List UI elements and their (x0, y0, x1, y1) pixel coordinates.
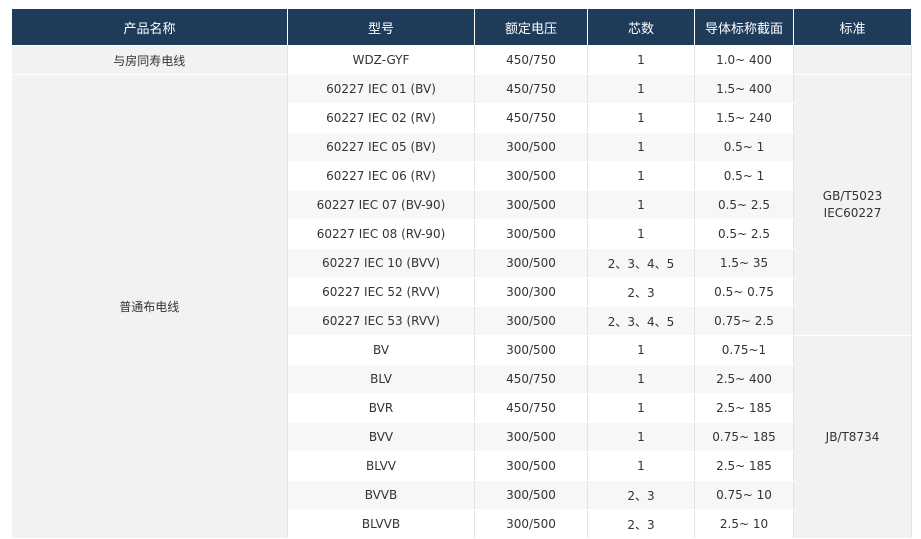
model-cell: BLV (287, 364, 475, 394)
section-cell: 2.5~ 185 (694, 393, 794, 423)
section-cell: 0.75~1 (694, 335, 794, 365)
table-row: 普通布电线 60227 IEC 01 (BV) 450/750 1 1.5~ 400 GB… (11, 74, 912, 539)
section-cell: 2.5~ 10 (694, 509, 794, 539)
cores-cell: 2、3 (587, 509, 695, 539)
cores-cell: 1 (587, 190, 695, 220)
voltage-cell: 300/500 (474, 451, 588, 481)
model-cell: BVR (287, 393, 475, 423)
cores-cell: 1 (587, 45, 695, 75)
voltage-cell: 300/300 (474, 277, 588, 307)
header-standard: 标准 (793, 8, 912, 46)
cores-cell: 1 (587, 161, 695, 191)
cores-cell: 2、3 (587, 277, 695, 307)
standard-cell-empty (793, 45, 912, 75)
model-cell: BV (287, 335, 475, 365)
standard-cell-gb: GB/T5023 IEC60227 (793, 74, 912, 336)
model-cell: 60227 IEC 02 (RV) (287, 103, 475, 133)
voltage-cell: 450/750 (474, 364, 588, 394)
cores-cell: 1 (587, 335, 695, 365)
cores-cell: 2、3、4、5 (587, 306, 695, 336)
cores-cell: 1 (587, 103, 695, 133)
model-cell: BVV (287, 422, 475, 452)
product-name-cell: 普通布电线 (11, 74, 288, 539)
voltage-cell: 300/500 (474, 306, 588, 336)
section-cell: 0.75~ 10 (694, 480, 794, 510)
model-cell: 60227 IEC 08 (RV-90) (287, 219, 475, 249)
model-cell: BLVV (287, 451, 475, 481)
voltage-cell: 300/500 (474, 248, 588, 278)
standard-label: IEC60227 (823, 206, 882, 220)
section-cell: 0.5~ 1 (694, 161, 794, 191)
cores-cell: 1 (587, 219, 695, 249)
section-cell: 0.75~ 185 (694, 422, 794, 452)
cores-cell: 2、3 (587, 480, 695, 510)
model-cell: 60227 IEC 06 (RV) (287, 161, 475, 191)
header-cores: 芯数 (587, 8, 695, 46)
section-cell: 0.5~ 0.75 (694, 277, 794, 307)
voltage-cell: 300/500 (474, 161, 588, 191)
model-cell: 60227 IEC 05 (BV) (287, 132, 475, 162)
cores-cell: 1 (587, 451, 695, 481)
voltage-cell: 300/500 (474, 219, 588, 249)
cores-cell: 2、3、4、5 (587, 248, 695, 278)
cores-cell: 1 (587, 74, 695, 104)
model-cell: WDZ-GYF (287, 45, 475, 75)
model-cell: BLVVB (287, 509, 475, 539)
voltage-cell: 300/500 (474, 132, 588, 162)
voltage-cell: 300/500 (474, 480, 588, 510)
section-cell: 1.5~ 400 (694, 74, 794, 104)
model-cell: 60227 IEC 01 (BV) (287, 74, 475, 104)
voltage-cell: 300/500 (474, 509, 588, 539)
section-cell: 0.5~ 2.5 (694, 190, 794, 220)
section-cell: 1.5~ 35 (694, 248, 794, 278)
voltage-cell: 300/500 (474, 190, 588, 220)
voltage-cell: 450/750 (474, 103, 588, 133)
voltage-cell: 300/500 (474, 335, 588, 365)
standard-label: GB/T5023 (822, 189, 883, 203)
header-cross-section: 导体标称截面 (694, 8, 794, 46)
model-cell: BVVB (287, 480, 475, 510)
section-cell: 0.75~ 2.5 (694, 306, 794, 336)
voltage-cell: 450/750 (474, 45, 588, 75)
section-cell: 2.5~ 185 (694, 451, 794, 481)
cores-cell: 1 (587, 422, 695, 452)
voltage-cell: 300/500 (474, 422, 588, 452)
cores-cell: 1 (587, 364, 695, 394)
cable-spec-table: 产品名称 型号 额定电压 芯数 导体标称截面 标准 与房同寿电线 WDZ-GYF… (11, 8, 912, 539)
section-cell: 1.5~ 240 (694, 103, 794, 133)
voltage-cell: 450/750 (474, 393, 588, 423)
section-cell: 2.5~ 400 (694, 364, 794, 394)
header-model: 型号 (287, 8, 475, 46)
table-row: 与房同寿电线 WDZ-GYF 450/750 1 1.0~ 400 (11, 45, 912, 75)
product-name-cell: 与房同寿电线 (11, 45, 288, 75)
model-cell: 60227 IEC 53 (RVV) (287, 306, 475, 336)
cores-cell: 1 (587, 132, 695, 162)
section-cell: 0.5~ 1 (694, 132, 794, 162)
section-cell: 1.0~ 400 (694, 45, 794, 75)
header-rated-voltage: 额定电压 (474, 8, 588, 46)
model-cell: 60227 IEC 07 (BV-90) (287, 190, 475, 220)
header-product-name: 产品名称 (11, 8, 288, 46)
model-cell: 60227 IEC 10 (BVV) (287, 248, 475, 278)
voltage-cell: 450/750 (474, 74, 588, 104)
standard-cell-jb: JB/T8734 (793, 335, 912, 539)
table-header-row: 产品名称 型号 额定电压 芯数 导体标称截面 标准 (11, 8, 912, 46)
section-cell: 0.5~ 2.5 (694, 219, 794, 249)
cores-cell: 1 (587, 393, 695, 423)
model-cell: 60227 IEC 52 (RVV) (287, 277, 475, 307)
